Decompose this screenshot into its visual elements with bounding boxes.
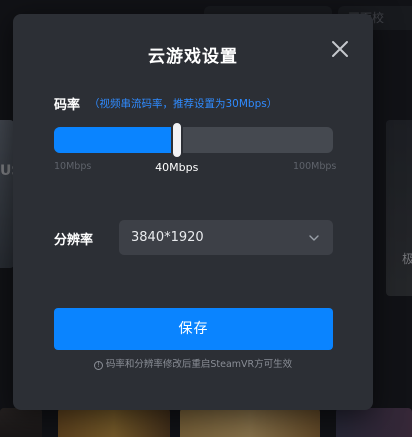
bitrate-current-value: 40Mbps [155,161,199,174]
resolution-select[interactable]: 3840*1920 [119,220,333,255]
cloud-game-settings-dialog: 云游戏设置 码率 （视频串流码率，推荐设置为30Mbps） 10Mbps 40M… [13,14,373,410]
close-icon [332,41,348,57]
chevron-down-icon [307,231,321,245]
bitrate-slider-thumb[interactable] [170,121,183,159]
bitrate-hint: （视频串流码率，推荐设置为30Mbps） [89,98,278,110]
resolution-label: 分辨率 [54,233,94,248]
bitrate-slider-track[interactable] [54,127,333,153]
footnote-text: 码率和分辨率修改后重启SteamVR方可生效 [105,359,293,370]
bitrate-max-label: 100Mbps [293,161,337,172]
save-button[interactable]: 保存 [54,308,333,350]
info-icon: ! [93,361,103,370]
bitrate-label: 码率 [54,98,81,113]
bitrate-slider-fill [54,127,177,153]
resolution-selected-value: 3840*1920 [131,230,204,245]
bitrate-min-label: 10Mbps [54,161,92,172]
dialog-title: 云游戏设置 [148,47,238,67]
restart-footnote: ! 码率和分辨率修改后重启SteamVR方可生效 [13,356,373,370]
close-button[interactable] [329,38,351,60]
